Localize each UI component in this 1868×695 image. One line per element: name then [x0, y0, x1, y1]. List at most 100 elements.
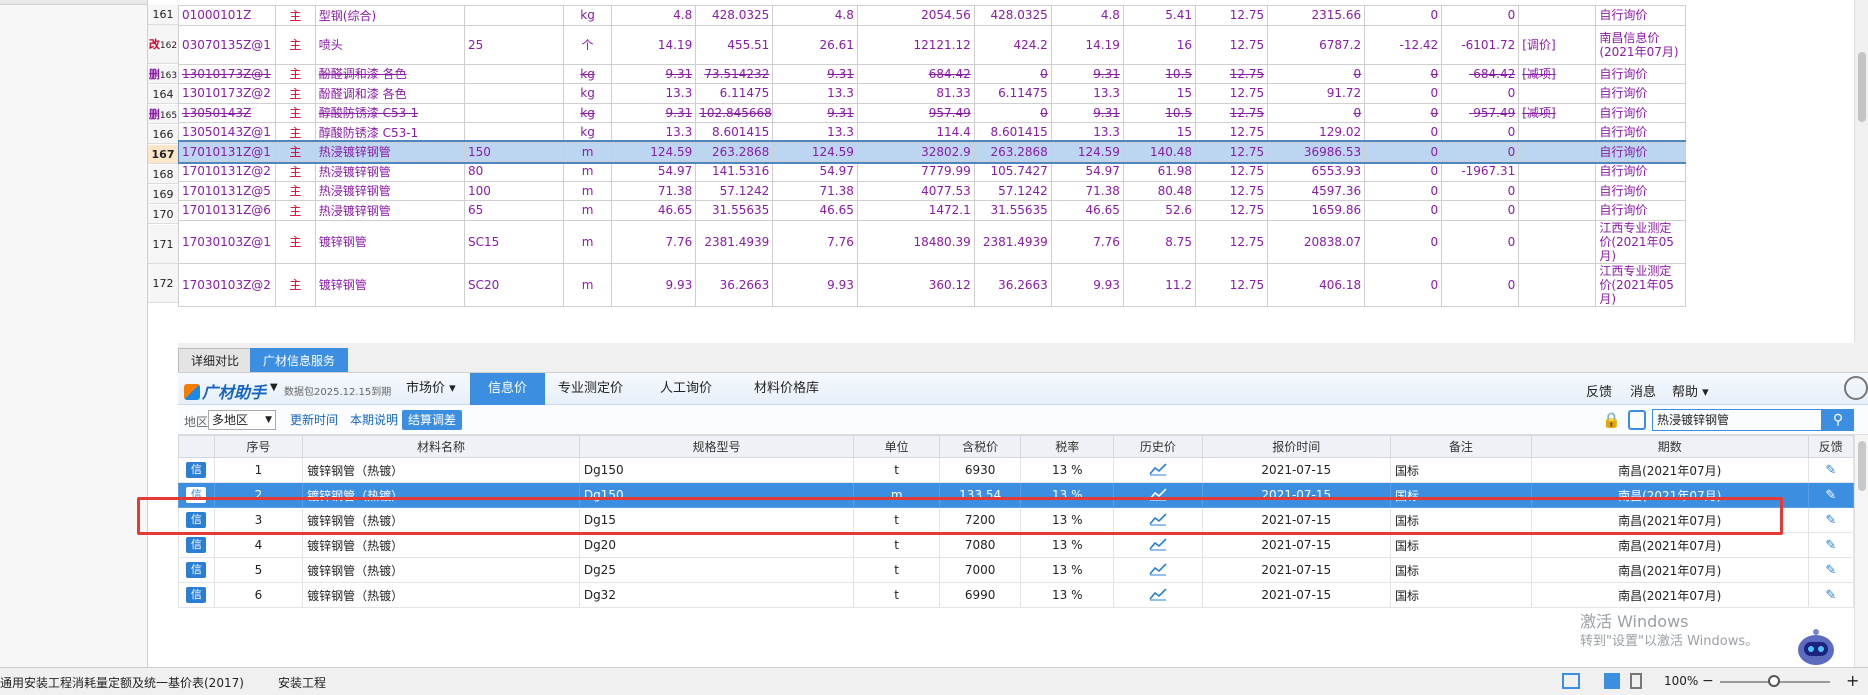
feedback-link[interactable]: 反馈	[1586, 381, 1612, 400]
column-header[interactable]: 规格型号	[578, 435, 855, 458]
zoom-slider-thumb[interactable]	[1768, 675, 1780, 687]
price-row[interactable]: 信 3 镀锌钢管（热镀） Dg15 t 7200 13 % 2021-07-15 国标 南昌(20…	[178, 507, 1854, 533]
material-row[interactable]: 17010131Z@1 主热浸镀锌钢管 150 m 124.59 263.2868 124.…	[178, 140, 1686, 164]
cell-history[interactable]	[1113, 582, 1203, 608]
update-time-button[interactable]: 更新时间	[284, 410, 344, 430]
trend-chart-icon[interactable]	[1149, 512, 1167, 526]
row-number[interactable]: 168	[148, 164, 178, 184]
layout-split-icon[interactable]	[1630, 673, 1642, 689]
scroll-thumb[interactable]	[1858, 441, 1866, 491]
cell-feedback[interactable]: ✎	[1807, 507, 1854, 533]
row-number[interactable]: 改162	[148, 25, 178, 64]
row-number[interactable]: 删165	[148, 104, 178, 124]
cell-feedback[interactable]: ✎	[1807, 457, 1854, 483]
messages-link[interactable]: 消息	[1630, 381, 1656, 400]
row-number[interactable]: 169	[148, 184, 178, 204]
top-grid-scrollbar[interactable]	[1854, 0, 1868, 343]
search-icon[interactable]: ⚲	[1822, 409, 1854, 431]
lock-icon[interactable]: 🔒	[1602, 411, 1621, 429]
row-number[interactable]: 161	[148, 5, 178, 25]
material-row[interactable]: 03070135Z@1 主喷头 25 个 14.19 455.51 26.61 12121.1…	[178, 24, 1686, 65]
edit-pencil-icon[interactable]: ✎	[1825, 563, 1836, 578]
cell-spec[interactable]: 100	[463, 180, 565, 201]
material-row[interactable]: 17010131Z@6 主热浸镀锌钢管 65 m 46.65 31.55635 46.65 1…	[178, 200, 1686, 221]
row-number[interactable]: 171	[148, 224, 178, 264]
cell-spec[interactable]: 150	[463, 141, 565, 162]
zoom-in-icon[interactable]: +	[1846, 671, 1859, 690]
column-header[interactable]: 历史价	[1113, 435, 1203, 458]
edit-pencil-icon[interactable]: ✎	[1825, 463, 1836, 478]
cell-history[interactable]	[1113, 507, 1203, 533]
trend-chart-icon[interactable]	[1149, 562, 1167, 576]
edit-pencil-icon[interactable]: ✎	[1825, 488, 1836, 503]
row-number[interactable]: 164	[148, 84, 178, 104]
nav-manual-inquiry[interactable]: 人工询价	[642, 373, 730, 405]
material-row[interactable]: 17010131Z@2 主热浸镀锌钢管 80 m 54.97 141.5316 54.97 7…	[178, 161, 1686, 182]
edit-pencil-icon[interactable]: ✎	[1825, 513, 1836, 528]
material-grid[interactable]: 01000101Z 主型钢(综合) kg 4.8 428.0325 4.8 2054.56 4…	[178, 5, 1686, 348]
price-row[interactable]: 信 6 镀锌钢管（热镀） Dg32 t 6990 13 % 2021-07-15 国标 南昌(20…	[178, 582, 1854, 608]
cell-spec[interactable]: SC20	[463, 262, 565, 307]
cell-feedback[interactable]: ✎	[1807, 532, 1854, 558]
row-number[interactable]: 172	[148, 264, 178, 303]
column-header[interactable]: 单位	[853, 435, 941, 458]
period-note-button[interactable]: 本期说明	[344, 410, 404, 430]
column-header[interactable]: 反馈	[1807, 435, 1854, 458]
material-row[interactable]: 13050143Z 主醇酸防锈漆 C53-1 kg 9.31 102.845668 9.3…	[178, 102, 1686, 123]
cell-spec[interactable]: 65	[463, 200, 565, 221]
material-row[interactable]: 13010173Z@1 主酚醛调和漆 各色 kg 9.31 73.514232 9.31 6…	[178, 63, 1686, 84]
row-number[interactable]: 167	[148, 144, 178, 164]
column-header[interactable]	[178, 435, 215, 458]
tab-detail-compare[interactable]: 详细对比	[178, 348, 253, 372]
result-grid-scrollbar[interactable]	[1854, 435, 1868, 667]
cell-history[interactable]	[1113, 557, 1203, 583]
price-row[interactable]: 信 2 镀锌钢管（热镀） Dg150 m 133.54 13 % 2021-07-15 国标 南昌…	[178, 482, 1854, 508]
unlock-icon[interactable]	[1628, 410, 1646, 430]
price-row[interactable]: 信 1 镀锌钢管（热镀） Dg150 t 6930 13 % 2021-07-15 国标 南昌(2…	[178, 457, 1854, 483]
nav-market-price[interactable]: 市场价 ▾	[388, 373, 474, 405]
cell-spec[interactable]: 80	[463, 161, 565, 182]
row-number[interactable]: 删163	[148, 64, 178, 84]
help-menu[interactable]: 帮助 ▾	[1672, 381, 1709, 400]
search-input[interactable]: 热浸镀锌钢管	[1652, 409, 1822, 431]
column-header[interactable]: 含税价	[939, 435, 1022, 458]
cell-spec[interactable]	[463, 63, 565, 84]
trend-chart-icon[interactable]	[1149, 487, 1167, 501]
material-row[interactable]: 17010131Z@5 主热浸镀锌钢管 100 m 71.38 57.1242 71.38 4…	[178, 180, 1686, 201]
cell-spec[interactable]: SC15	[463, 219, 565, 264]
cell-feedback[interactable]: ✎	[1807, 582, 1854, 608]
cell-history[interactable]	[1113, 482, 1203, 508]
column-header[interactable]: 税率	[1020, 435, 1115, 458]
layout-page-icon[interactable]	[1604, 673, 1620, 689]
layout-normal-icon[interactable]	[1562, 673, 1580, 689]
column-header[interactable]: 序号	[213, 435, 304, 458]
material-row[interactable]: 13050143Z@1 主醇酸防锈漆 C53-1 kg 13.3 8.601415 13.…	[178, 122, 1686, 143]
material-row[interactable]: 17030103Z@1 主镀锌钢管 SC15 m 7.76 2381.4939 7.76 18…	[178, 219, 1686, 264]
tab-price-service[interactable]: 广材信息服务	[250, 348, 349, 372]
row-number[interactable]: 170	[148, 204, 178, 224]
row-number[interactable]: 166	[148, 124, 178, 144]
material-row[interactable]: 17030103Z@2 主镀锌钢管 SC20 m 9.93 36.2663 9.93 360.…	[178, 262, 1686, 307]
nav-info-price[interactable]: 信息价	[470, 373, 546, 405]
user-avatar-icon[interactable]	[1844, 376, 1868, 400]
cell-spec[interactable]: 25	[463, 24, 565, 65]
settle-adjust-button[interactable]: 结算调差	[402, 410, 463, 430]
column-header[interactable]: 期数	[1530, 435, 1809, 458]
trend-chart-icon[interactable]	[1149, 462, 1167, 476]
column-header[interactable]: 材料名称	[302, 435, 580, 458]
dropdown-arrow-icon[interactable]: ▼	[270, 382, 278, 393]
column-header[interactable]: 备注	[1390, 435, 1532, 458]
material-row[interactable]: 13010173Z@2 主酚醛调和漆 各色 kg 13.3 6.11475 13.3 81.…	[178, 83, 1686, 104]
scroll-thumb[interactable]	[1858, 52, 1866, 122]
material-row[interactable]: 01000101Z 主型钢(综合) kg 4.8 428.0325 4.8 2054.56 4…	[178, 5, 1686, 26]
cell-feedback[interactable]: ✎	[1807, 482, 1854, 508]
cell-spec[interactable]	[463, 102, 565, 123]
cell-spec[interactable]	[463, 5, 565, 26]
cell-feedback[interactable]: ✎	[1807, 557, 1854, 583]
cell-spec[interactable]	[463, 122, 565, 143]
region-select[interactable]: 多地区 ▼	[208, 410, 276, 430]
zoom-out-icon[interactable]: −	[1702, 673, 1714, 689]
price-row[interactable]: 信 5 镀锌钢管（热镀） Dg25 t 7000 13 % 2021-07-15 国标 南昌(20…	[178, 557, 1854, 583]
trend-chart-icon[interactable]	[1149, 587, 1167, 601]
column-header[interactable]: 报价时间	[1201, 435, 1392, 458]
